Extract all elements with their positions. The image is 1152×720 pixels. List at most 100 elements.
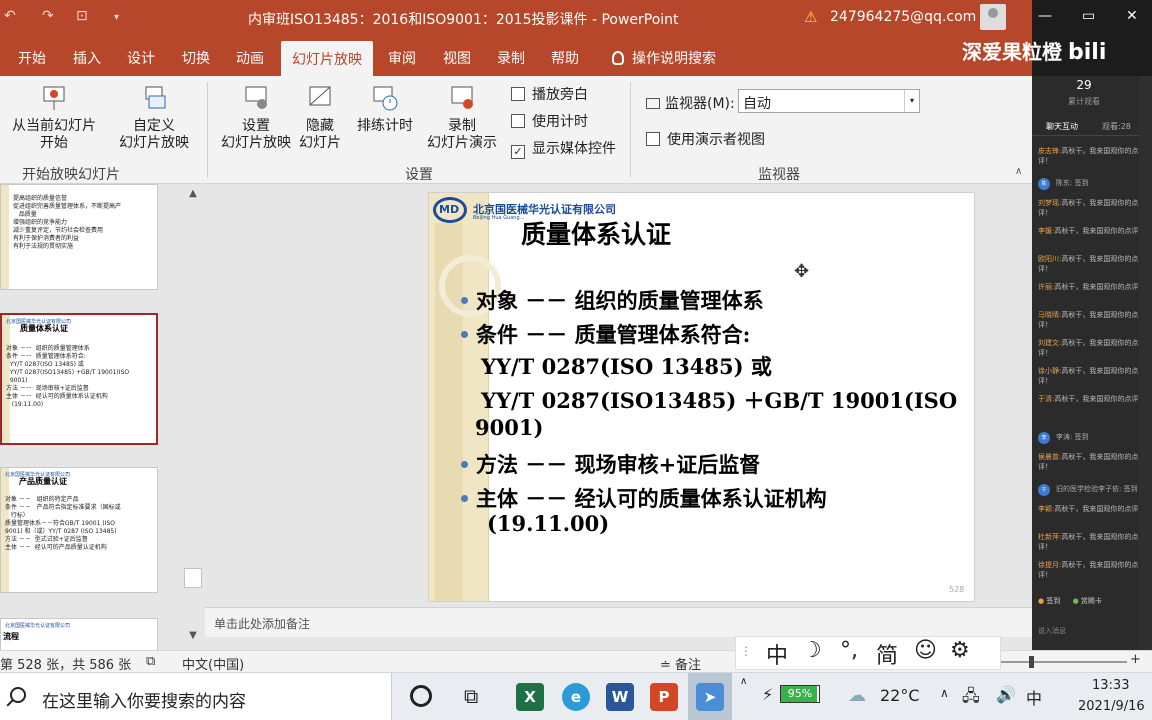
use-timings-label: 使用计时: [532, 114, 588, 130]
powerpoint-icon[interactable]: P: [650, 683, 678, 711]
scroll-thumb[interactable]: [184, 568, 202, 588]
tab-home[interactable]: 开始: [18, 48, 46, 68]
ime-moon-icon[interactable]: ☽: [802, 638, 822, 663]
record-slideshow-button[interactable]: 录制 幻灯片演示: [418, 84, 506, 152]
word-icon[interactable]: W: [606, 683, 634, 711]
power-icon[interactable]: ⚡: [762, 685, 773, 704]
tab-help[interactable]: 帮助: [551, 48, 579, 68]
slideshow-from-current-icon: [43, 86, 65, 110]
reward-button[interactable]: ● 赏赐卡: [1073, 597, 1102, 605]
slide-count: 第 528 张，共 586 张: [0, 658, 132, 673]
monitor-select[interactable]: 自动 ▾: [738, 89, 920, 113]
signin-icon: ●: [1038, 597, 1045, 605]
ime-drag-handle-icon[interactable]: ⋮: [740, 644, 752, 658]
zoom-in-icon[interactable]: +: [1130, 652, 1141, 667]
tab-view[interactable]: 视图: [443, 48, 471, 68]
slide-sub-line: 9001): [475, 415, 544, 440]
input-method-indicator[interactable]: 中: [1026, 685, 1042, 709]
clock-time[interactable]: 13:33: [1092, 678, 1129, 693]
current-slide[interactable]: 北京国医械华光认证有限公司 Beijing Hua Guang... 质量体系认…: [428, 192, 975, 602]
bilibili-logo: bili: [1068, 40, 1107, 65]
signin-button[interactable]: ● 签到: [1038, 597, 1060, 605]
presenter-view-checkbox[interactable]: 使用演示者视图: [646, 129, 765, 149]
tab-chat[interactable]: 聊天互动: [1046, 121, 1078, 132]
ime-settings-icon[interactable]: ⚙: [950, 638, 970, 663]
tab-record[interactable]: 录制: [497, 48, 525, 68]
tab-viewers[interactable]: 观看:28: [1102, 121, 1131, 132]
notes-icon: ≐: [660, 658, 676, 673]
account-name[interactable]: 247964275@qq.com: [830, 9, 976, 25]
scroll-down-icon[interactable]: ▼: [185, 630, 201, 646]
excel-icon[interactable]: X: [516, 683, 544, 711]
ime-mode-button[interactable]: 中: [766, 638, 788, 670]
notes-pane[interactable]: 单击此处添加备注: [205, 607, 1032, 637]
chat-input[interactable]: 说入消息: [1038, 626, 1066, 636]
from-current-slide-button[interactable]: 从当前幻灯片 开始: [8, 84, 100, 152]
hide-slide-button[interactable]: 隐藏 幻灯片: [296, 84, 344, 152]
setup-group-label: 设置: [405, 167, 433, 183]
network-icon[interactable]: 🖧: [962, 685, 980, 712]
zoom-slider-knob[interactable]: [1029, 656, 1034, 668]
use-timings-checkbox[interactable]: 使用计时: [511, 111, 588, 131]
weather-icon[interactable]: ☁: [848, 685, 866, 706]
task-view-icon[interactable]: ⧉: [464, 684, 478, 708]
warning-icon[interactable]: ⚠: [804, 8, 817, 26]
zoom-slider[interactable]: [995, 656, 1127, 668]
tab-transitions[interactable]: 切换: [182, 48, 210, 68]
tray-overflow-icon[interactable]: ∧: [940, 686, 949, 700]
language-indicator[interactable]: 中文(中国): [182, 654, 244, 673]
hide-slide-label: 隐藏 幻灯片: [299, 118, 341, 151]
thumbnail-title: 流程: [3, 632, 19, 641]
thumbnail-scrollbar[interactable]: ▲ ▼: [181, 184, 205, 650]
battery-indicator[interactable]: 95%: [780, 685, 820, 703]
maximize-icon[interactable]: ▭: [1082, 8, 1095, 24]
accessibility-icon[interactable]: ⧉: [146, 654, 155, 669]
ime-punctuation-button[interactable]: °,: [840, 638, 858, 663]
collapse-ribbon-icon[interactable]: ∧: [1015, 166, 1022, 177]
rehearse-timings-button[interactable]: 排练计时: [354, 84, 416, 135]
tab-insert[interactable]: 插入: [73, 48, 101, 68]
chat-author: 侯晨曾:: [1038, 453, 1062, 461]
tab-slideshow[interactable]: 幻灯片放映: [281, 41, 373, 76]
taskbar-search[interactable]: 在这里输入你要搜索的内容: [0, 673, 392, 720]
active-app-highlight[interactable]: ➤: [688, 673, 732, 720]
slide-thumbnail-selected[interactable]: 北京国医械华光认证有限公司 质量体系认证 对象 －－ 组织的质量管理体系 条件 …: [0, 313, 158, 445]
temperature[interactable]: 22°C: [880, 686, 920, 705]
viewer-count: 29: [1076, 78, 1092, 92]
ime-simplified-button[interactable]: 简: [876, 638, 898, 670]
slide-thumbnail[interactable]: 北京国医械华光认证有限公司 产品质量认证 对象 －－ 组织的特定产品 条件 －－…: [0, 467, 158, 593]
signin-label: 签到: [1046, 597, 1061, 605]
chat-text: 高秋干，我来国观你的点评！: [1054, 395, 1146, 403]
cortana-icon[interactable]: [410, 685, 432, 707]
slide-thumbnail[interactable]: 提高组织的质量信誉 促进组织完善质量管理体系，不断提高产 品质量 增强组织的竞争…: [0, 184, 158, 290]
custom-slideshow-icon: [145, 86, 166, 109]
minimize-icon[interactable]: —: [1038, 8, 1052, 24]
edge-icon[interactable]: e: [562, 683, 590, 711]
play-narrations-checkbox[interactable]: 播放旁白: [511, 84, 588, 104]
scroll-up-icon[interactable]: ▲: [185, 188, 201, 204]
start-show-icon[interactable]: ⊡: [76, 8, 88, 24]
setup-slideshow-button[interactable]: 设置 幻灯片放映: [218, 84, 294, 152]
clock-date[interactable]: 2021/9/16: [1078, 699, 1145, 714]
volume-icon[interactable]: 🔊: [996, 685, 1016, 704]
live-chat-panel: 29 累计观看 聊天互动 观看:28 皮志锋:高秋干。我来国观你的点评！ 陈陈东…: [1032, 76, 1152, 650]
customize-qat-icon[interactable]: ▾: [114, 12, 119, 23]
show-hidden-icons-icon[interactable]: ∧: [740, 676, 747, 687]
tab-review[interactable]: 审阅: [388, 48, 416, 68]
notes-toggle[interactable]: ≐ 备注: [660, 654, 701, 673]
avatar[interactable]: [980, 4, 1006, 30]
tab-design[interactable]: 设计: [127, 48, 155, 68]
reward-label: 赏赐卡: [1080, 597, 1102, 605]
tell-me-search[interactable]: 操作说明搜索: [612, 48, 716, 68]
redo-icon[interactable]: ↷: [42, 8, 54, 24]
close-icon[interactable]: ✕: [1126, 8, 1138, 24]
chat-text: 高秋干，我来国观你的点评！: [1054, 505, 1146, 513]
chat-sidebar: [1139, 76, 1152, 650]
show-media-controls-checkbox[interactable]: ✓ 显示媒体控件: [511, 138, 616, 159]
undo-icon[interactable]: ↶: [4, 8, 16, 24]
bullet-dot: [461, 297, 468, 304]
custom-slideshow-button[interactable]: 自定义 幻灯片放映: [108, 84, 200, 152]
ime-emoji-icon[interactable]: ☺: [914, 638, 937, 663]
tab-animations[interactable]: 动画: [236, 48, 264, 68]
slide-thumbnail[interactable]: 北京国医械华光认证有限公司 流程: [0, 618, 158, 650]
